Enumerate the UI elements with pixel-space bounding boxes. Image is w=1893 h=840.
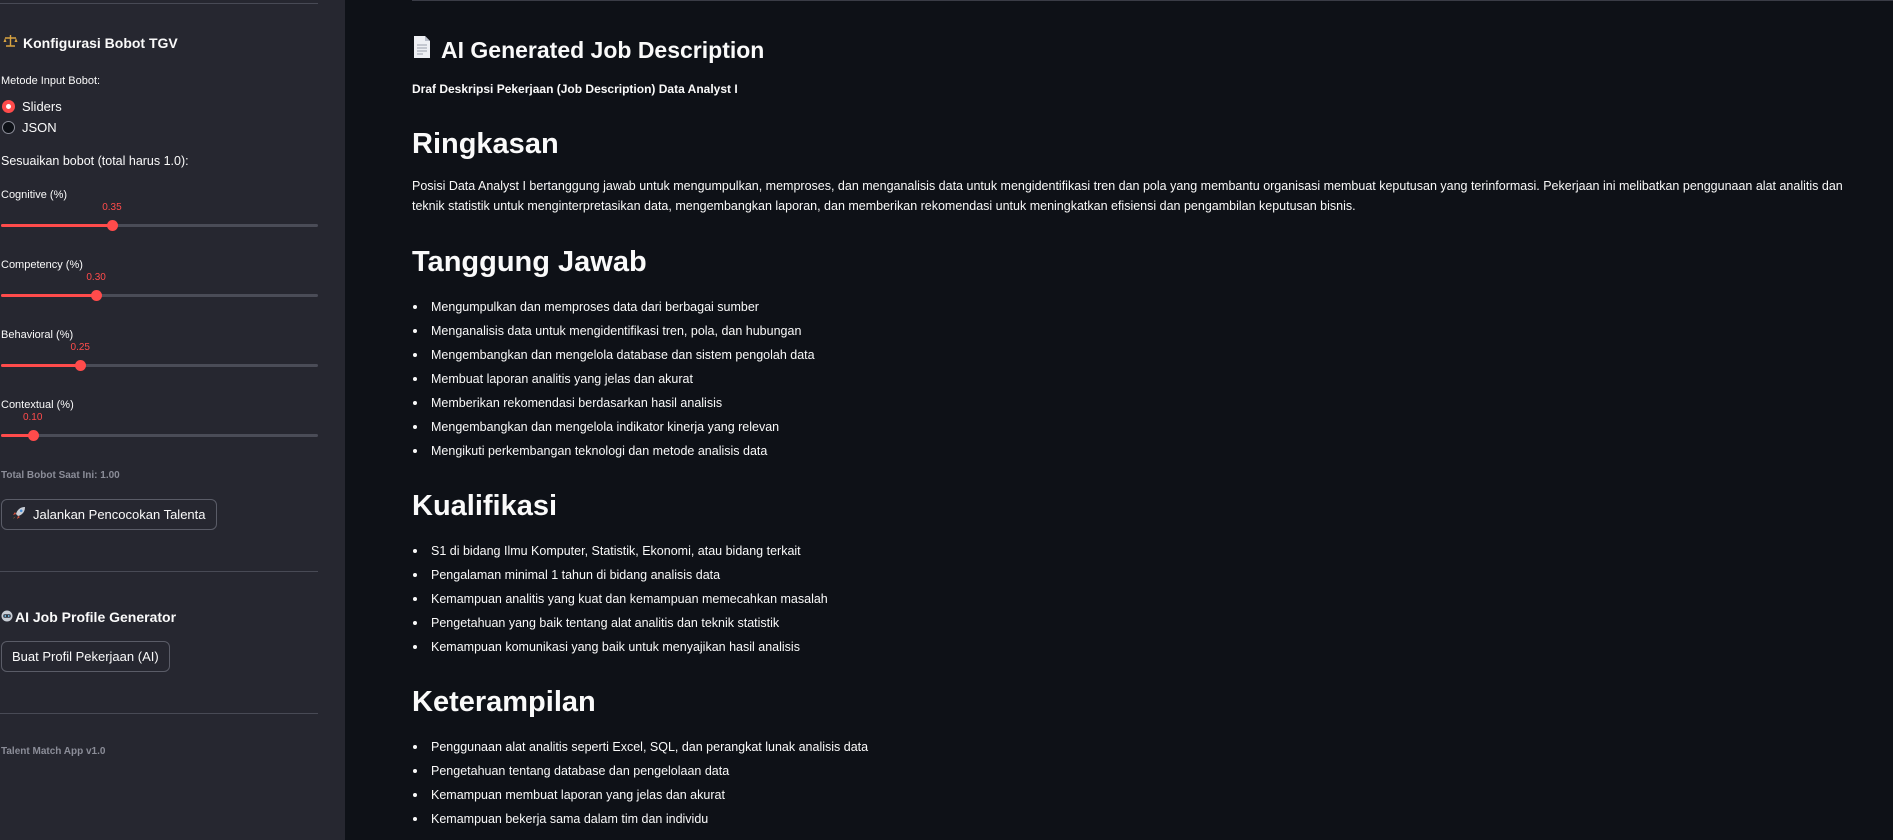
radio-option-sliders[interactable]: Sliders [2, 99, 62, 114]
slider-competency[interactable]: 0.30 [1, 272, 318, 305]
radio-label-sliders: Sliders [22, 99, 62, 114]
list-item: Membuat laporan analitis yang jelas dan … [412, 367, 1312, 391]
slider-label-contextual: Contextual (%) [1, 399, 74, 411]
slider-label-competency: Competency (%) [1, 259, 83, 271]
summary-paragraph: Posisi Data Analyst I bertanggung jawab … [412, 179, 1843, 213]
radio-unselected-indicator[interactable] [2, 121, 15, 134]
list-item: Kemampuan bekerja sama dalam tim dan ind… [412, 807, 1312, 831]
slider-value: 0.25 [70, 342, 90, 353]
section-heading-qualifications: Kualifikasi [412, 490, 558, 522]
page-title: AI Generated Job Description [412, 35, 764, 65]
slider-value: 0.30 [86, 272, 106, 283]
slider-track [1, 434, 318, 437]
slider-thumb[interactable] [91, 290, 103, 301]
skills-list: Penggunaan alat analitis seperti Excel, … [412, 735, 1312, 831]
list-item: Mengumpulkan dan memproses data dari ber… [412, 295, 1312, 319]
section-heading-summary: Ringkasan [412, 128, 559, 160]
run-talent-match-label: Jalankan Pencocokan Talenta [33, 507, 206, 522]
total-weight-text: Total Bobot Saat Ini: 1.00 [1, 470, 120, 481]
sidebar-divider [0, 571, 318, 572]
job-description-subtitle: Draf Deskripsi Pekerjaan (Job Descriptio… [412, 82, 738, 96]
list-item: S1 di bidang Ilmu Komputer, Statistik, E… [412, 539, 1312, 563]
responsibilities-list: Mengumpulkan dan memproses data dari ber… [412, 295, 1312, 463]
top-divider [412, 0, 1893, 1]
sidebar: Konfigurasi Bobot TGV Metode Input Bobot… [0, 0, 345, 840]
generate-job-profile-button[interactable]: Buat Profil Pekerjaan (AI) [1, 641, 170, 672]
weights-instruction: Sesuaikan bobot (total harus 1.0): [1, 154, 189, 168]
list-item: Pengetahuan yang baik tentang alat anali… [412, 611, 1312, 635]
list-item: Mengikuti perkembangan teknologi dan met… [412, 439, 1312, 463]
slider-fill [1, 224, 112, 227]
sidebar-divider [0, 3, 318, 4]
list-item: Penggunaan alat analitis seperti Excel, … [412, 735, 1312, 759]
section-heading-skills: Keterampilan [412, 686, 596, 718]
slider-value: 0.35 [102, 202, 122, 213]
slider-thumb[interactable] [27, 430, 39, 441]
radio-selected-indicator[interactable] [2, 100, 15, 113]
main-content: AI Generated Job Description Draf Deskri… [345, 0, 1893, 840]
sidebar-divider [0, 713, 318, 714]
slider-label-behavioral: Behavioral (%) [1, 329, 74, 341]
list-item: Mengembangkan dan mengelola indikator ki… [412, 415, 1312, 439]
list-item: Menganalisis data untuk mengidentifikasi… [412, 319, 1312, 343]
radio-option-json[interactable]: JSON [2, 120, 57, 135]
balance-scale-icon [3, 34, 18, 51]
list-item: Pengetahuan tentang database dan pengelo… [412, 759, 1312, 783]
slider-behavioral[interactable]: 0.25 [1, 342, 318, 375]
slider-contextual[interactable]: 0.10 [1, 412, 318, 445]
list-item: Kemampuan komunikasi yang baik untuk men… [412, 635, 1312, 659]
rocket-icon [12, 506, 26, 523]
run-talent-match-button[interactable]: Jalankan Pencocokan Talenta [1, 499, 217, 530]
list-item: Kemampuan analitis yang kuat dan kemampu… [412, 587, 1312, 611]
ai-generator-title: AI Job Profile Generator [15, 609, 177, 625]
input-method-label: Metode Input Bobot: [1, 75, 101, 87]
document-icon [412, 35, 432, 65]
slider-cognitive[interactable]: 0.35 [1, 202, 318, 235]
generate-job-profile-label: Buat Profil Pekerjaan (AI) [12, 649, 159, 664]
section-heading-responsibilities: Tanggung Jawab [412, 246, 647, 278]
list-item: Memberikan rekomendasi berdasarkan hasil… [412, 391, 1312, 415]
ai-generator-heading: AI Job Profile Generator [1, 609, 176, 625]
robot-icon [1, 609, 13, 625]
app-version: Talent Match App v1.0 [1, 746, 106, 757]
page-title-text: AI Generated Job Description [441, 36, 765, 63]
list-item: Kemampuan membuat laporan yang jelas dan… [412, 783, 1312, 807]
slider-thumb[interactable] [106, 220, 118, 231]
slider-label-cognitive: Cognitive (%) [1, 189, 68, 201]
slider-fill [1, 364, 81, 367]
list-item: Mengembangkan dan mengelola database dan… [412, 343, 1312, 367]
slider-fill [1, 294, 97, 297]
qualifications-list: S1 di bidang Ilmu Komputer, Statistik, E… [412, 539, 1312, 659]
list-item: Pengalaman minimal 1 tahun di bidang ana… [412, 563, 1312, 587]
slider-value: 0.10 [22, 412, 43, 423]
slider-thumb[interactable] [75, 360, 87, 371]
weights-config-heading: Konfigurasi Bobot TGV [3, 34, 178, 51]
radio-label-json: JSON [22, 120, 57, 135]
weights-config-title: Konfigurasi Bobot TGV [23, 34, 178, 51]
